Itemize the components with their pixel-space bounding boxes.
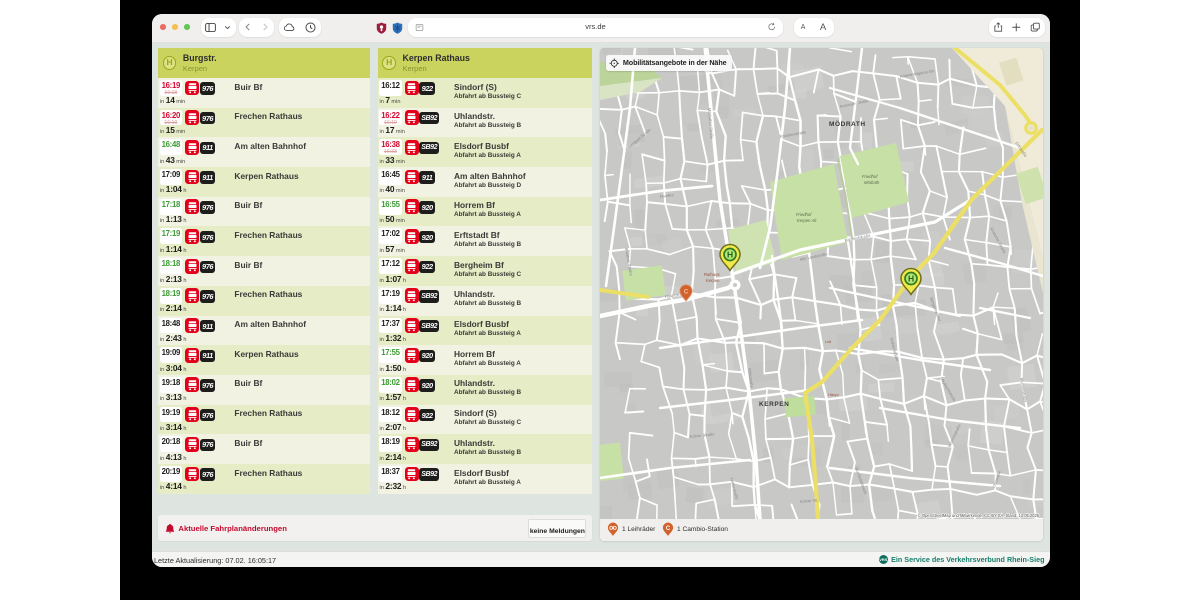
svg-text:C: C bbox=[684, 289, 689, 295]
svg-text:Lidl: Lidl bbox=[825, 339, 831, 344]
svg-text:H: H bbox=[908, 274, 914, 284]
svg-text:MÖDRATH: MÖDRATH bbox=[829, 119, 866, 128]
svg-text:Kerpen Alt: Kerpen Alt bbox=[797, 218, 817, 223]
svg-text:Friedhof: Friedhof bbox=[862, 174, 878, 179]
svg-text:KERPEN: KERPEN bbox=[759, 401, 789, 408]
svg-text:H: H bbox=[727, 250, 733, 260]
svg-text:© OpenStreetMap und Mitwirkend: © OpenStreetMap und Mitwirkende, CC-BY-S… bbox=[918, 513, 1040, 518]
svg-text:Friedhof: Friedhof bbox=[796, 212, 812, 217]
svg-text:Kerpen: Kerpen bbox=[706, 278, 720, 283]
svg-text:Häupl: Häupl bbox=[828, 392, 839, 397]
svg-text:C: C bbox=[666, 526, 671, 532]
svg-text:Rathaus: Rathaus bbox=[704, 272, 720, 277]
svg-text:Mödrath: Mödrath bbox=[864, 180, 880, 185]
